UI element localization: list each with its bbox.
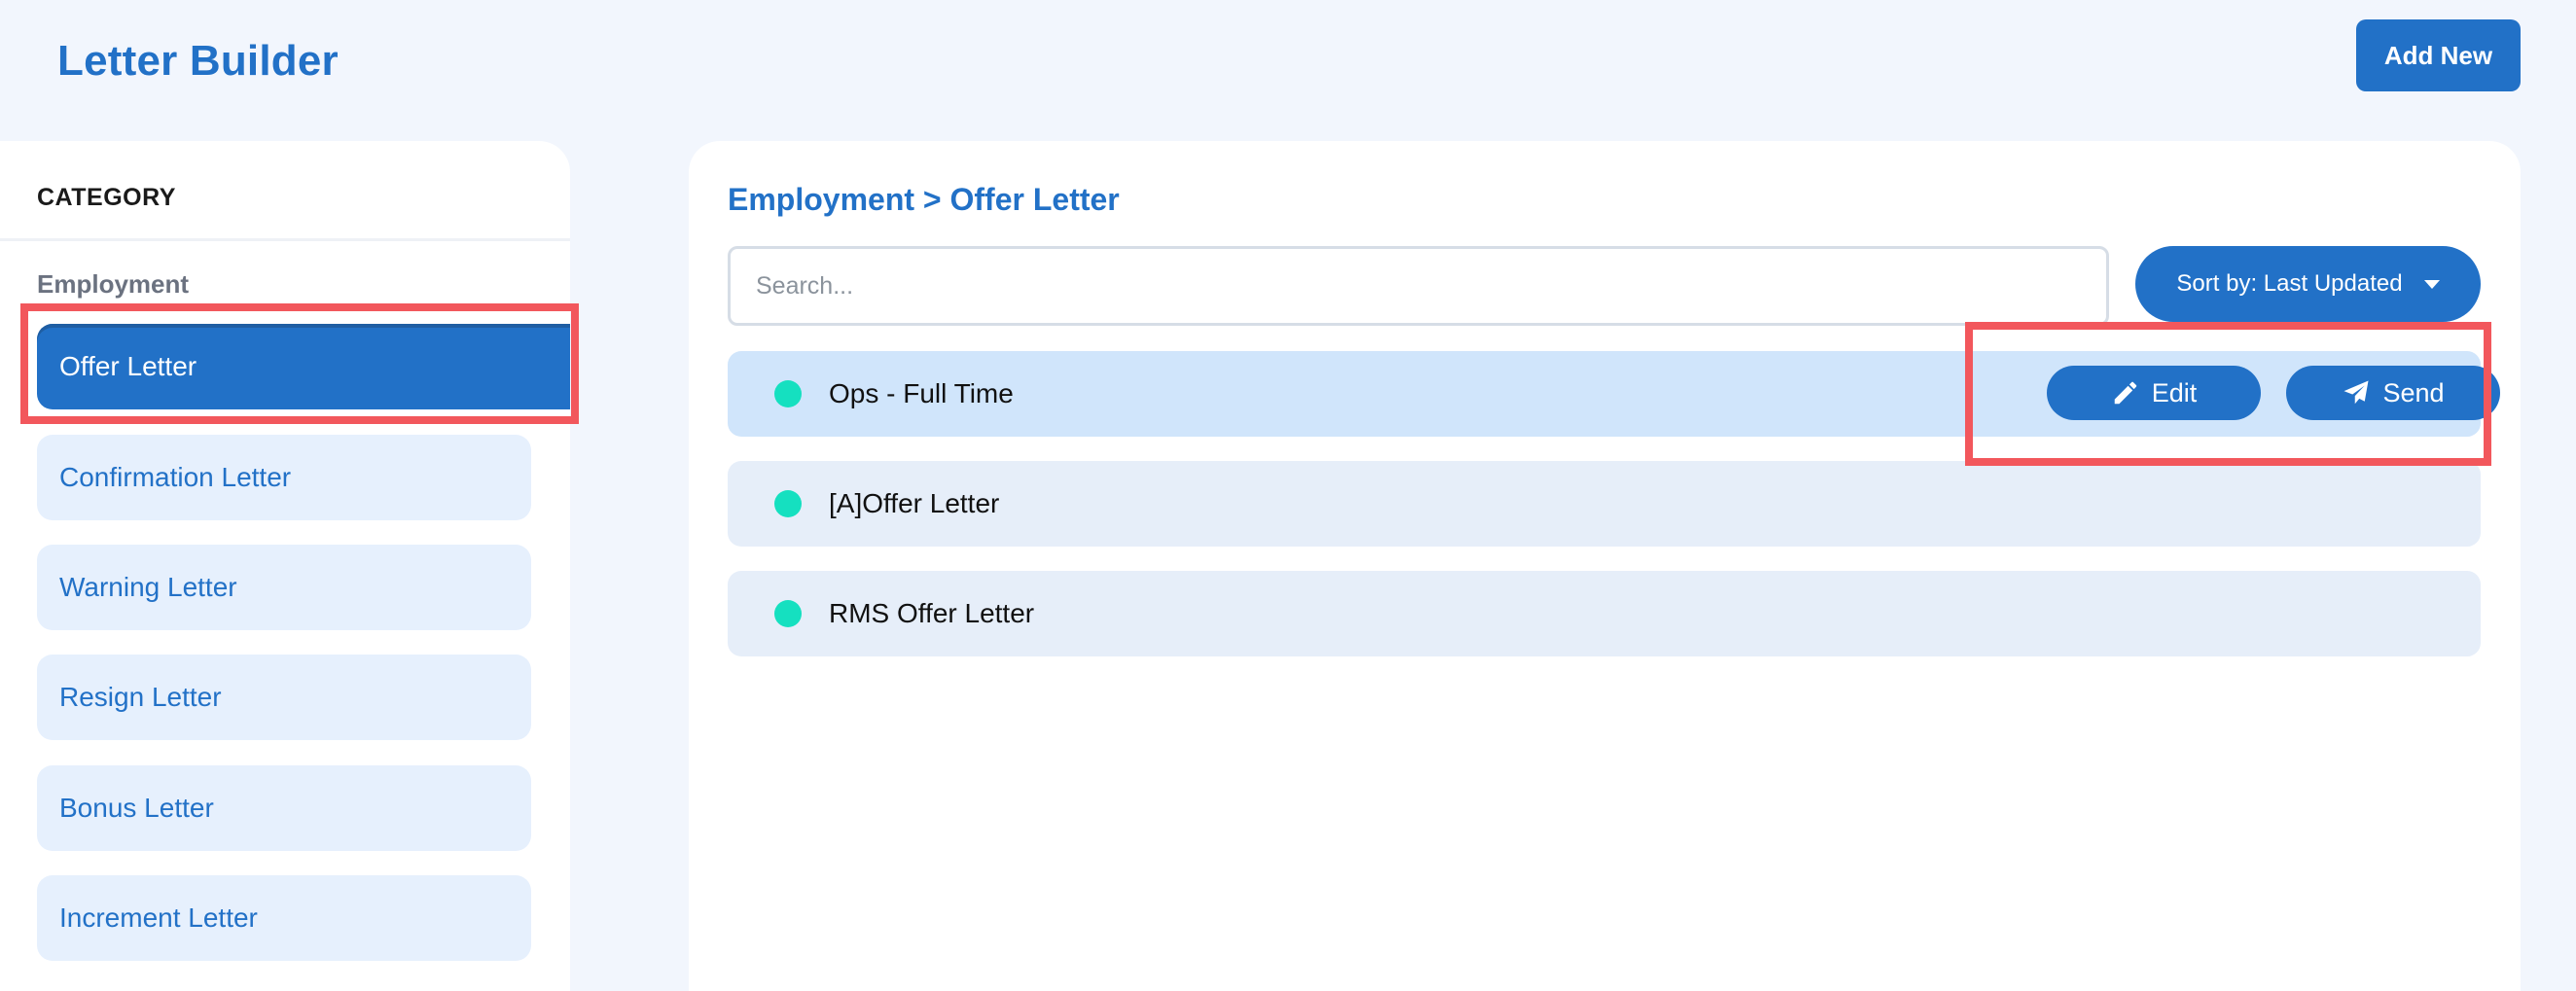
- paper-plane-icon: [2343, 380, 2369, 405]
- letter-row-rms-offer-letter[interactable]: RMS Offer Letter: [728, 571, 2481, 656]
- sidebar-item-label: Bonus Letter: [59, 793, 214, 823]
- letter-name: [A]Offer Letter: [829, 488, 1000, 518]
- letter-list-panel: Employment > Offer Letter Sort by: Last …: [689, 141, 2521, 991]
- sidebar-item-resign-letter[interactable]: Resign Letter: [37, 655, 531, 740]
- status-dot-icon: [774, 380, 802, 407]
- sidebar-item-label: Offer Letter: [59, 351, 197, 381]
- sidebar-item-bonus-letter[interactable]: Bonus Letter: [37, 765, 531, 851]
- pencil-icon: [2114, 381, 2136, 405]
- letter-name: RMS Offer Letter: [829, 598, 1035, 628]
- caret-down-icon: [2423, 279, 2440, 289]
- sort-dropdown-button[interactable]: Sort by: Last Updated: [2135, 246, 2481, 322]
- search-input[interactable]: [728, 246, 2109, 326]
- edit-button[interactable]: Edit: [2047, 366, 2261, 420]
- send-button[interactable]: Send: [2286, 366, 2500, 420]
- letter-row-ops-full-time[interactable]: Ops - Full Time Edit Send: [728, 351, 2500, 437]
- letter-row-a-offer-letter[interactable]: [A]Offer Letter: [728, 461, 2481, 547]
- page-title: Letter Builder: [57, 37, 339, 85]
- letter-name: Ops - Full Time: [829, 378, 1014, 408]
- sidebar-item-label: Confirmation Letter: [59, 462, 292, 492]
- add-new-button[interactable]: Add New: [2356, 19, 2521, 91]
- app-root: Letter Builder Add New CATEGORY Employme…: [0, 0, 2576, 991]
- sidebar-item-offer-letter[interactable]: Offer Letter: [37, 324, 570, 409]
- sidebar-item-label: Resign Letter: [59, 682, 222, 712]
- category-heading: CATEGORY: [37, 184, 176, 211]
- sort-label: Sort by: Last Updated: [2176, 270, 2403, 297]
- row-actions: Edit Send: [2047, 366, 2500, 420]
- breadcrumb: Employment > Offer Letter: [728, 182, 1120, 217]
- sidebar-item-label: Increment Letter: [59, 903, 258, 933]
- sidebar-item-increment-letter[interactable]: Increment Letter: [37, 875, 531, 961]
- sidebar-item-warning-letter[interactable]: Warning Letter: [37, 545, 531, 630]
- send-label: Send: [2382, 377, 2445, 407]
- sidebar-item-confirmation-letter[interactable]: Confirmation Letter: [37, 435, 531, 520]
- status-dot-icon: [774, 600, 802, 627]
- category-group-employment: Employment: [37, 269, 190, 299]
- status-dot-icon: [774, 490, 802, 517]
- category-sidebar: CATEGORY Employment Offer Letter Confirm…: [0, 141, 570, 991]
- edit-label: Edit: [2151, 377, 2198, 407]
- sidebar-divider: [0, 238, 570, 241]
- sidebar-item-label: Warning Letter: [59, 572, 237, 602]
